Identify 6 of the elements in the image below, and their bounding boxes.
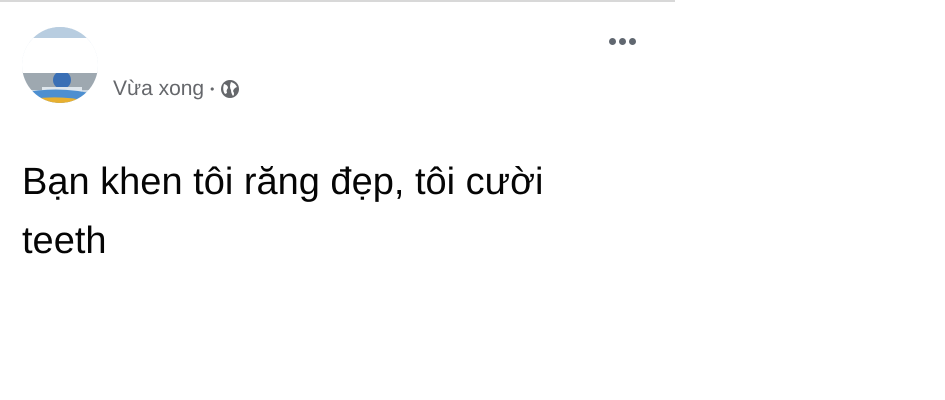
globe-icon[interactable] xyxy=(220,79,240,99)
post-text: Bạn khen tôi răng đẹp, tôi cười xyxy=(22,160,544,205)
more-options-icon[interactable] xyxy=(609,38,638,45)
separator-dot: • xyxy=(210,82,214,96)
post-time[interactable]: Vừa xong xyxy=(113,77,204,101)
post-text: teeth xyxy=(22,219,108,264)
